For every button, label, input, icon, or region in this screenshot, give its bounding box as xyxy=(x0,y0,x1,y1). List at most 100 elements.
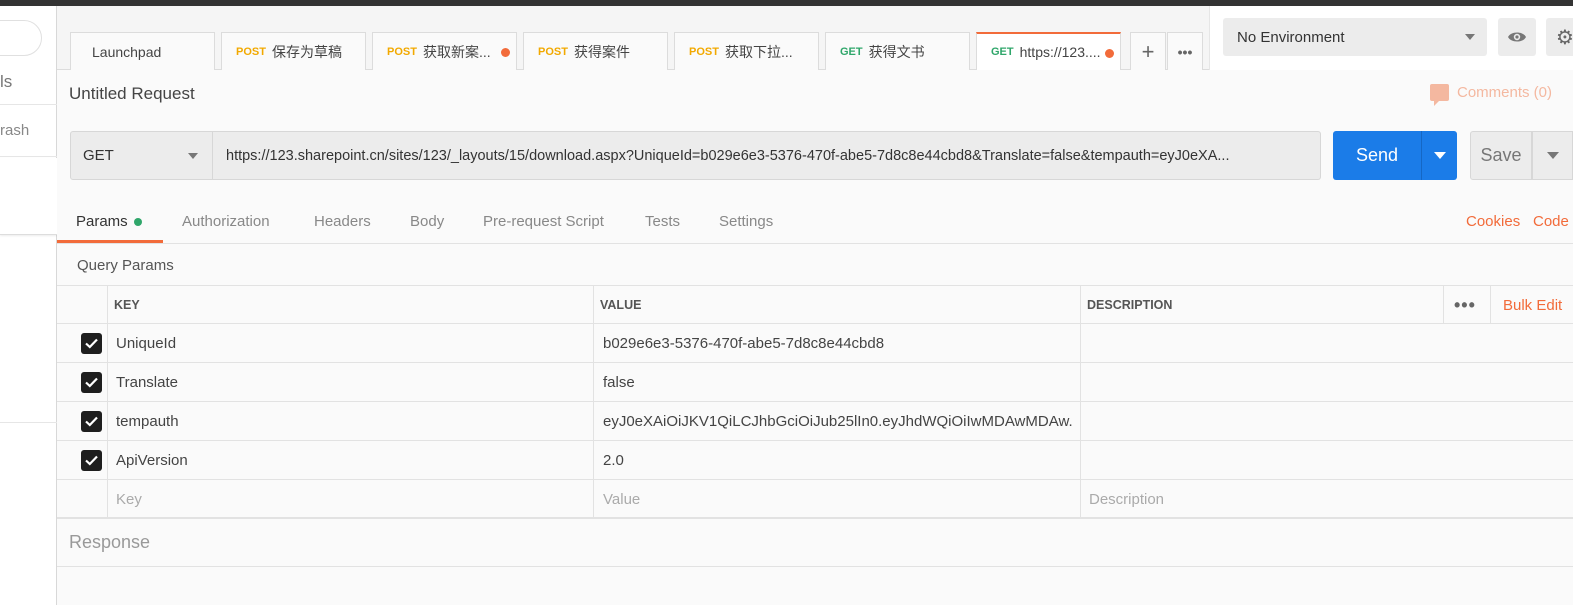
column-divider xyxy=(107,480,108,518)
unsaved-dot-icon xyxy=(501,48,510,57)
tab-active-request[interactable]: GET https://123.... xyxy=(976,32,1121,70)
response-panel: Response xyxy=(57,517,1573,567)
gear-icon: ⚙ xyxy=(1556,26,1573,49)
tab-label: 获取新案... xyxy=(422,43,491,60)
param-value[interactable]: false xyxy=(603,363,635,401)
tab-settings[interactable]: Settings xyxy=(719,213,773,230)
param-key[interactable]: UniqueId xyxy=(116,324,176,362)
column-divider xyxy=(1080,441,1081,479)
code-link[interactable]: Code xyxy=(1533,213,1569,230)
column-divider xyxy=(1080,480,1081,518)
param-description[interactable] xyxy=(1087,324,1567,362)
comments-button[interactable]: Comments (0) xyxy=(1430,84,1553,106)
checkbox-icon xyxy=(85,338,98,349)
http-method-select[interactable]: GET xyxy=(70,131,213,180)
row-checkbox[interactable] xyxy=(81,450,102,471)
table-row: ApiVersion 2.0 xyxy=(57,441,1573,480)
tab-request[interactable]: POST 获取下拉... xyxy=(674,32,819,70)
sidebar-search-input[interactable] xyxy=(0,20,42,56)
param-key[interactable]: tempauth xyxy=(116,402,179,440)
column-divider xyxy=(107,286,108,324)
plus-icon: + xyxy=(1141,38,1155,64)
request-url-input[interactable]: https://123.sharepoint.cn/sites/123/_lay… xyxy=(213,131,1321,180)
request-url-text: https://123.sharepoint.cn/sites/123/_lay… xyxy=(226,147,1230,164)
table-row: UniqueId b029e6e3-5376-470f-abe5-7d8c8e4… xyxy=(57,324,1573,363)
param-key[interactable]: ApiVersion xyxy=(116,441,188,479)
column-divider xyxy=(107,402,108,440)
tab-request[interactable]: POST 获得案件 xyxy=(523,32,668,70)
comments-label: Comments (0) xyxy=(1457,84,1553,101)
request-title[interactable]: Untitled Request xyxy=(69,84,195,104)
param-value[interactable]: b029e6e3-5376-470f-abe5-7d8c8e44cbd8 xyxy=(603,324,884,362)
tab-label: Launchpad xyxy=(92,43,162,60)
sidebar: ls rash xyxy=(0,6,57,605)
tab-label: 获得文书 xyxy=(868,43,925,60)
request-tab-strip: Launchpad POST 保存为草稿 POST 获取新案... POST 获… xyxy=(57,6,1209,70)
sidebar-trash-label[interactable]: rash xyxy=(0,122,29,139)
tab-params-label: Params xyxy=(76,213,128,230)
row-checkbox[interactable] xyxy=(81,411,102,432)
param-description[interactable] xyxy=(1087,441,1567,479)
column-divider xyxy=(593,324,594,362)
chevron-down-icon xyxy=(1465,34,1475,40)
row-checkbox[interactable] xyxy=(81,333,102,354)
tab-method: POST xyxy=(387,45,417,58)
tab-headers[interactable]: Headers xyxy=(314,213,371,230)
cookies-link[interactable]: Cookies xyxy=(1466,213,1520,230)
tab-authorization[interactable]: Authorization xyxy=(182,213,270,230)
environment-quick-look-button[interactable] xyxy=(1498,18,1536,56)
main-area: Launchpad POST 保存为草稿 POST 获取新案... POST 获… xyxy=(57,6,1573,605)
send-button[interactable]: Send xyxy=(1333,131,1421,180)
tab-method: GET xyxy=(991,46,1014,58)
column-divider xyxy=(107,441,108,479)
tab-body[interactable]: Body xyxy=(410,213,444,230)
query-params-title: Query Params xyxy=(77,257,174,274)
new-tab-button[interactable]: + xyxy=(1130,32,1166,70)
save-button[interactable]: Save xyxy=(1470,131,1532,180)
param-description[interactable] xyxy=(1087,363,1567,401)
checkbox-icon xyxy=(85,416,98,427)
new-param-key-input[interactable]: Key xyxy=(116,480,586,518)
bulk-edit-link[interactable]: Bulk Edit xyxy=(1503,286,1562,324)
column-header-key: KEY xyxy=(114,298,140,312)
chevron-down-icon xyxy=(1433,152,1446,159)
tab-tests[interactable]: Tests xyxy=(645,213,680,230)
table-row: tempauth eyJ0eXAiOiJKV1QiLCJhbGciOiJub25… xyxy=(57,402,1573,441)
table-more-button[interactable]: ••• xyxy=(1454,286,1476,324)
environment-bar: No Environment ⚙ xyxy=(1209,6,1573,70)
active-tab-indicator xyxy=(57,240,163,243)
more-icon: ••• xyxy=(1177,43,1193,60)
tab-label: https://123.... xyxy=(1019,44,1101,60)
sidebar-divider xyxy=(0,422,57,423)
column-divider xyxy=(1080,363,1081,401)
column-header-value: VALUE xyxy=(600,298,642,312)
tab-request[interactable]: POST 获取新案... xyxy=(372,32,517,70)
column-divider xyxy=(593,441,594,479)
http-method-value: GET xyxy=(83,147,114,164)
tab-more-button[interactable]: ••• xyxy=(1167,32,1203,70)
save-options-button[interactable] xyxy=(1532,131,1573,180)
send-options-button[interactable] xyxy=(1421,131,1457,180)
column-divider xyxy=(1443,286,1444,324)
tab-method: POST xyxy=(538,45,568,58)
param-key[interactable]: Translate xyxy=(116,363,178,401)
column-divider xyxy=(107,363,108,401)
table-header-row: KEY VALUE DESCRIPTION ••• Bulk Edit xyxy=(57,285,1573,324)
tab-params[interactable]: Params xyxy=(76,213,142,230)
tab-pre-request-script[interactable]: Pre-request Script xyxy=(483,213,604,230)
new-param-description-input[interactable]: Description xyxy=(1089,480,1559,518)
row-checkbox[interactable] xyxy=(81,372,102,393)
param-description[interactable] xyxy=(1087,402,1567,440)
tab-label: 获取下拉... xyxy=(724,43,793,60)
param-value[interactable]: 2.0 xyxy=(603,441,624,479)
tab-launchpad[interactable]: Launchpad xyxy=(70,32,215,70)
column-divider xyxy=(593,402,594,440)
tab-request[interactable]: GET 获得文书 xyxy=(825,32,970,70)
environment-select[interactable]: No Environment xyxy=(1223,18,1487,56)
tab-request[interactable]: POST 保存为草稿 xyxy=(221,32,366,70)
param-value[interactable]: eyJ0eXAiOiJKV1QiLCJhbGciOiJub25lIn0.eyJh… xyxy=(603,402,1073,440)
settings-button[interactable]: ⚙ xyxy=(1546,18,1573,56)
request-config-tabs: Params Authorization Headers Body Pre-re… xyxy=(57,200,1573,244)
new-param-value-input[interactable]: Value xyxy=(603,480,1073,518)
sidebar-partial-label[interactable]: ls xyxy=(0,72,12,92)
